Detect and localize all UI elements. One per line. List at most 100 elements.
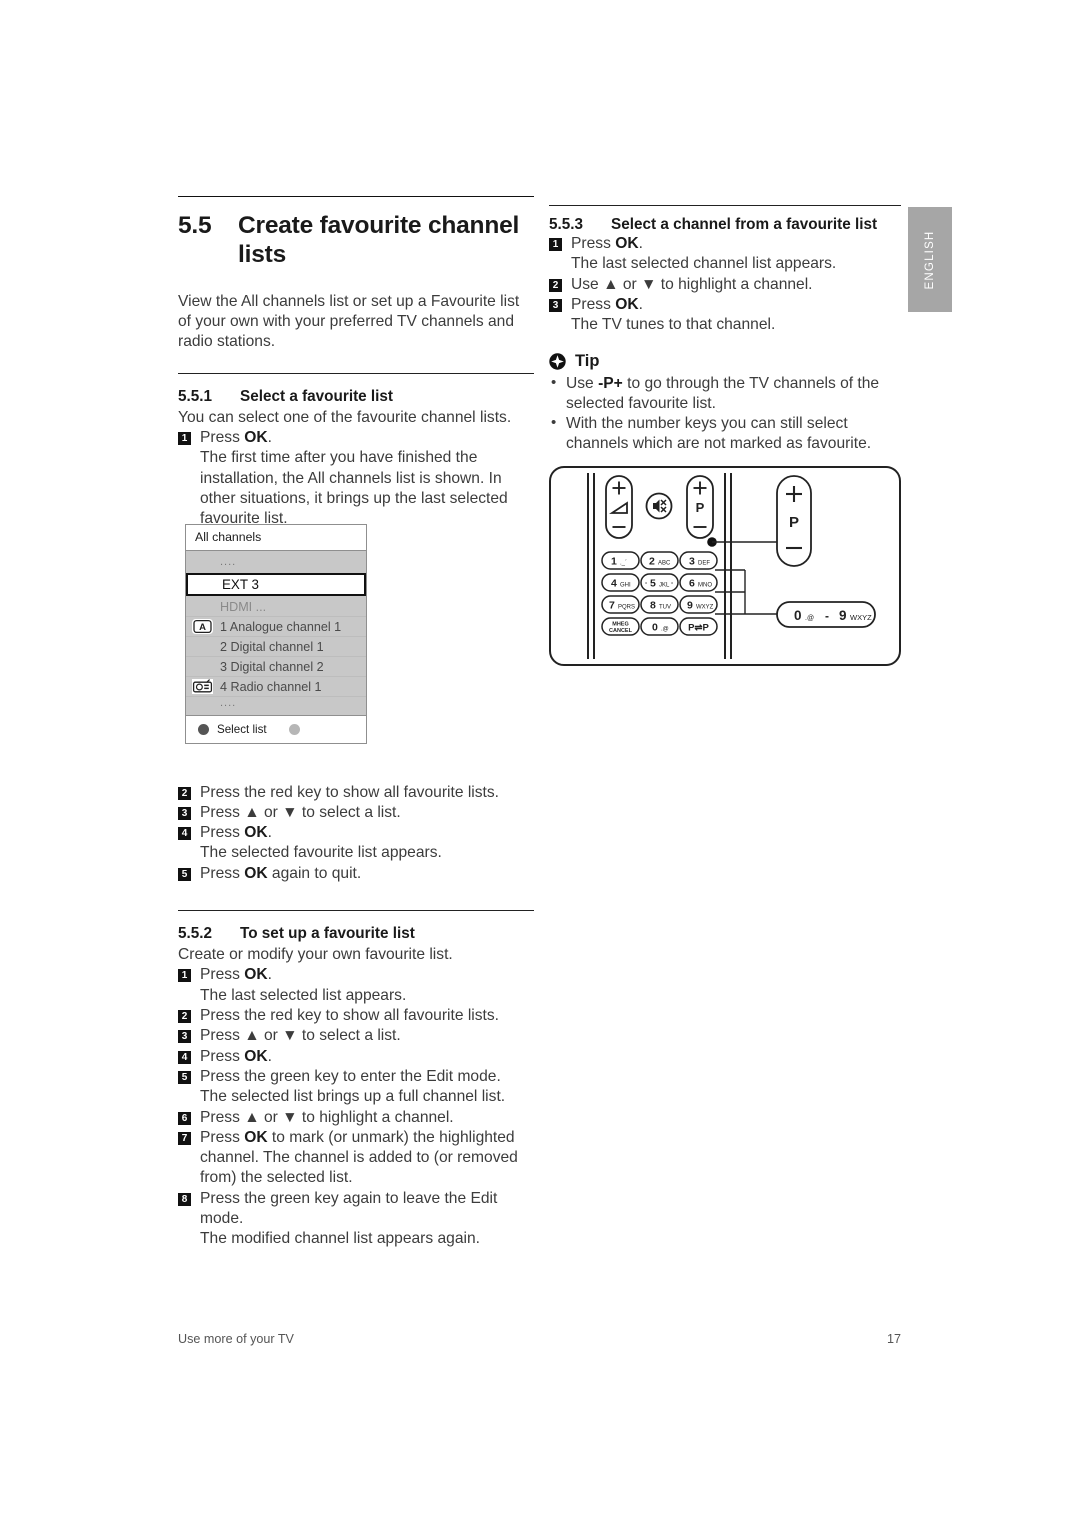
step-badge: 3: [549, 299, 562, 312]
svg-text:6: 6: [689, 578, 695, 590]
step-badge: 5: [178, 867, 191, 881]
keypad-row-1: 1 ._´ 2 ABC 3 DEF: [601, 551, 718, 570]
step-badge: 3: [178, 806, 191, 820]
list-item: ....: [186, 556, 366, 572]
svg-text:3: 3: [689, 556, 695, 568]
tip-text-pre: Use: [566, 374, 599, 392]
svg-text:MHEG: MHEG: [612, 622, 629, 628]
green-key-dot-icon[interactable]: [288, 724, 300, 735]
language-tab: ENGLISH: [908, 207, 952, 312]
radio-icon: [192, 679, 213, 694]
step-item: 3 Press ▲ or ▼ to select a list.: [178, 803, 534, 823]
svg-text:°: °: [671, 582, 673, 588]
step-text: Press OK.: [571, 295, 901, 315]
subsection-553-title: Select a channel from a favourite list: [611, 216, 878, 233]
step-text-pre: Press: [200, 824, 245, 842]
subsection-551-heading: 5.5.1 Select a favourite list: [178, 387, 534, 406]
section-title: Create favourite channel lists: [238, 212, 520, 269]
list-item-label: 1 Analogue channel 1: [220, 620, 342, 634]
step-badge: 1: [549, 238, 562, 252]
step-badge: 8: [178, 1192, 191, 1206]
step-text: Press the green key to enter the Edit mo…: [200, 1067, 501, 1085]
step-text: Press OK.: [571, 234, 901, 254]
select-list-label: Select list: [217, 723, 267, 736]
step-item: 3 Press ▲ or ▼ to select a list.: [178, 1026, 534, 1046]
tip-item: With the number keys you can still selec…: [549, 413, 901, 455]
channel-list-header: All channels: [186, 525, 366, 551]
step-text: Press the green key again to leave the E…: [200, 1189, 498, 1228]
step-text-post: .: [267, 824, 272, 842]
step-text-pre: Press: [571, 296, 616, 313]
list-item[interactable]: 3 Digital channel 2: [186, 657, 366, 677]
list-item[interactable]: 4 Radio channel 1: [186, 677, 366, 697]
keypad-row-4: MHEG CANCEL 0 .@ P⇌P: [601, 617, 718, 636]
step-text: Press OK to mark (or unmark) the highlig…: [200, 1128, 534, 1189]
list-item[interactable]: A 1 Analogue channel 1: [186, 617, 366, 637]
channel-list-widget[interactable]: All channels .... EXT 3 HDMI ... A 1 Ana…: [185, 524, 367, 744]
footer-page-number: 17: [886, 1332, 901, 1346]
step-note: The selected favourite list appears.: [200, 844, 442, 862]
channel-list-body: .... EXT 3 HDMI ... A 1 Analogue channel…: [186, 551, 366, 715]
step-item: 8 Press the green key again to leave the…: [178, 1189, 534, 1230]
svg-text:JKL: JKL: [659, 583, 670, 589]
step-note: The last selected channel list appears.: [571, 255, 837, 273]
callout-sub-from: .@: [805, 615, 814, 622]
svg-text:4: 4: [611, 578, 617, 590]
svg-text:WXYZ: WXYZ: [696, 605, 714, 611]
svg-text:PQRS: PQRS: [618, 605, 635, 611]
tip-icon: [549, 352, 566, 370]
step-item: 5 Press the green key to enter the Edit …: [178, 1067, 534, 1087]
step-text-pre: Press: [200, 966, 245, 984]
subsection-551: 5.5.1 Select a favourite list You can se…: [178, 374, 534, 530]
step-item: 3 Press OK.: [549, 295, 901, 315]
list-item: ....: [186, 697, 366, 713]
step-badge: 1: [178, 969, 191, 983]
list-item-label: 2 Digital channel 1: [220, 640, 324, 654]
svg-text:A: A: [199, 622, 206, 633]
program-label: P: [696, 500, 705, 515]
analogue-icon: A: [192, 619, 213, 634]
subsection-551-number: 5.5.1: [178, 387, 213, 405]
tip-heading: Tip: [549, 336, 901, 374]
step-text-post: .: [267, 1047, 272, 1065]
callout-program-label: P: [789, 514, 799, 531]
step-item: 1 Press OK.: [178, 428, 534, 448]
step-text-post: .: [267, 429, 272, 447]
step-key: OK: [244, 966, 268, 984]
step-text: Press the red key to show all favourite …: [200, 783, 500, 801]
callout-digit-from: 0: [794, 608, 802, 623]
svg-text:MNO: MNO: [698, 583, 712, 589]
step-key: OK: [244, 1128, 268, 1146]
step-text-pre: Press: [200, 864, 245, 882]
step-note: The last selected list appears.: [200, 986, 407, 1004]
tip-key: -P+: [598, 374, 623, 392]
red-key-dot-icon[interactable]: [198, 724, 209, 735]
svg-text:ABC: ABC: [658, 561, 671, 567]
right-column: 5.5.3 Select a channel from a favourite …: [549, 205, 901, 455]
step-item: 4 Press OK.: [178, 1047, 534, 1067]
subsection-551-lead: You can select one of the favourite chan…: [178, 408, 512, 426]
step-item: 2 Press the red key to show all favourit…: [178, 783, 534, 803]
tip-item: Use -P+ to go through the TV channels of…: [549, 373, 901, 415]
svg-text:0: 0: [652, 622, 658, 634]
subsection-553: 5.5.3 Select a channel from a favourite …: [549, 206, 901, 336]
step-text-post: again to quit.: [267, 864, 362, 882]
step-item: 6 Press ▲ or ▼ to highlight a channel.: [178, 1108, 534, 1128]
list-item-selected[interactable]: EXT 3: [186, 573, 366, 596]
step-text: Press OK.: [200, 1047, 534, 1067]
step-text: Press OK.: [200, 428, 534, 448]
step-text-pre: Press: [200, 1128, 245, 1146]
step-badge: 2: [178, 1010, 191, 1024]
step-text-pre: Press: [571, 235, 616, 253]
channel-list-footer: Select list: [186, 715, 366, 743]
step-item: 2 Press the red key to show all favourit…: [178, 1006, 534, 1026]
subsection-551-title: Select a favourite list: [240, 387, 394, 405]
list-item[interactable]: HDMI ...: [186, 597, 366, 617]
step-text: Press ▲ or ▼ to highlight a channel.: [200, 1108, 454, 1126]
list-item[interactable]: 2 Digital channel 1: [186, 637, 366, 657]
language-tab-label: ENGLISH: [924, 230, 936, 289]
step-key: OK: [244, 429, 268, 447]
svg-text:CANCEL: CANCEL: [609, 628, 633, 634]
step-text: Press ▲ or ▼ to select a list.: [200, 1027, 401, 1045]
svg-text:2: 2: [649, 556, 655, 568]
